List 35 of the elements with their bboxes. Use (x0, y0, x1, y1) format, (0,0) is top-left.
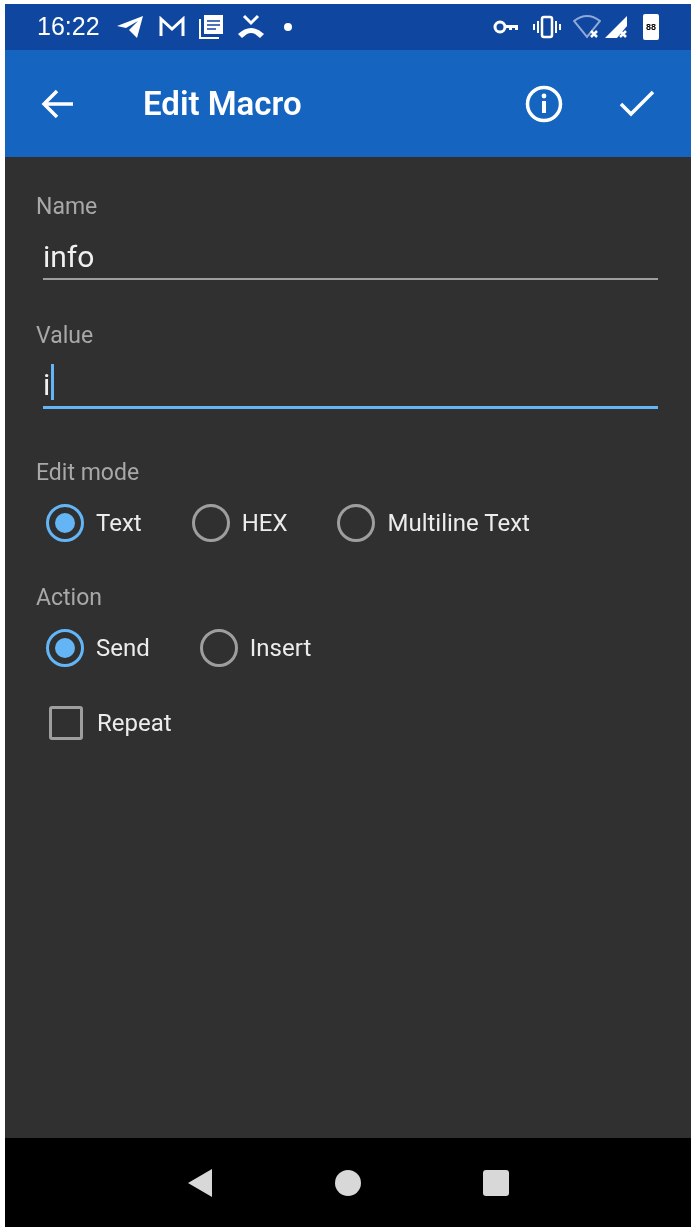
radio-label[interactable]: Insert (249, 630, 312, 666)
radio-button[interactable] (199, 629, 238, 667)
dot-icon (283, 23, 292, 31)
recents-square-icon[interactable] (482, 1168, 510, 1197)
radio-button[interactable] (46, 629, 84, 667)
battery-level: 88 (646, 22, 656, 32)
home-circle-icon[interactable] (334, 1168, 362, 1197)
radio-label[interactable]: Multiline Text (387, 505, 530, 541)
radio-label[interactable]: HEX (241, 505, 288, 541)
back-triangle-icon[interactable] (186, 1166, 214, 1199)
paper-plane-icon (115, 15, 144, 39)
section-label: Edit mode (36, 461, 141, 484)
key-icon (493, 19, 519, 35)
wifi-off-icon (573, 14, 601, 40)
radio-button[interactable] (191, 504, 230, 542)
radio-button[interactable] (46, 504, 84, 542)
text-field[interactable]: info (43, 236, 658, 280)
field-label: Name (36, 195, 99, 218)
checkbox-label[interactable]: Repeat (97, 705, 172, 741)
radio-label[interactable]: Send (96, 630, 150, 666)
info-icon[interactable] (525, 84, 563, 123)
radio-label[interactable]: Text (96, 505, 142, 541)
document-icon (197, 14, 224, 40)
radio-button[interactable] (337, 504, 376, 542)
back-arrow-icon[interactable] (41, 88, 75, 119)
app-bar-title: Edit Macro (143, 82, 302, 125)
vibrate-icon (533, 15, 561, 39)
mail-icon (157, 16, 186, 38)
signal-off-icon (603, 14, 629, 40)
text-field[interactable]: i (43, 365, 658, 409)
field-label: Value (36, 324, 95, 347)
check-icon[interactable] (619, 89, 655, 118)
status-time: 16:22 (37, 11, 100, 43)
section-label: Action (36, 586, 103, 609)
checkbox[interactable] (49, 706, 83, 740)
